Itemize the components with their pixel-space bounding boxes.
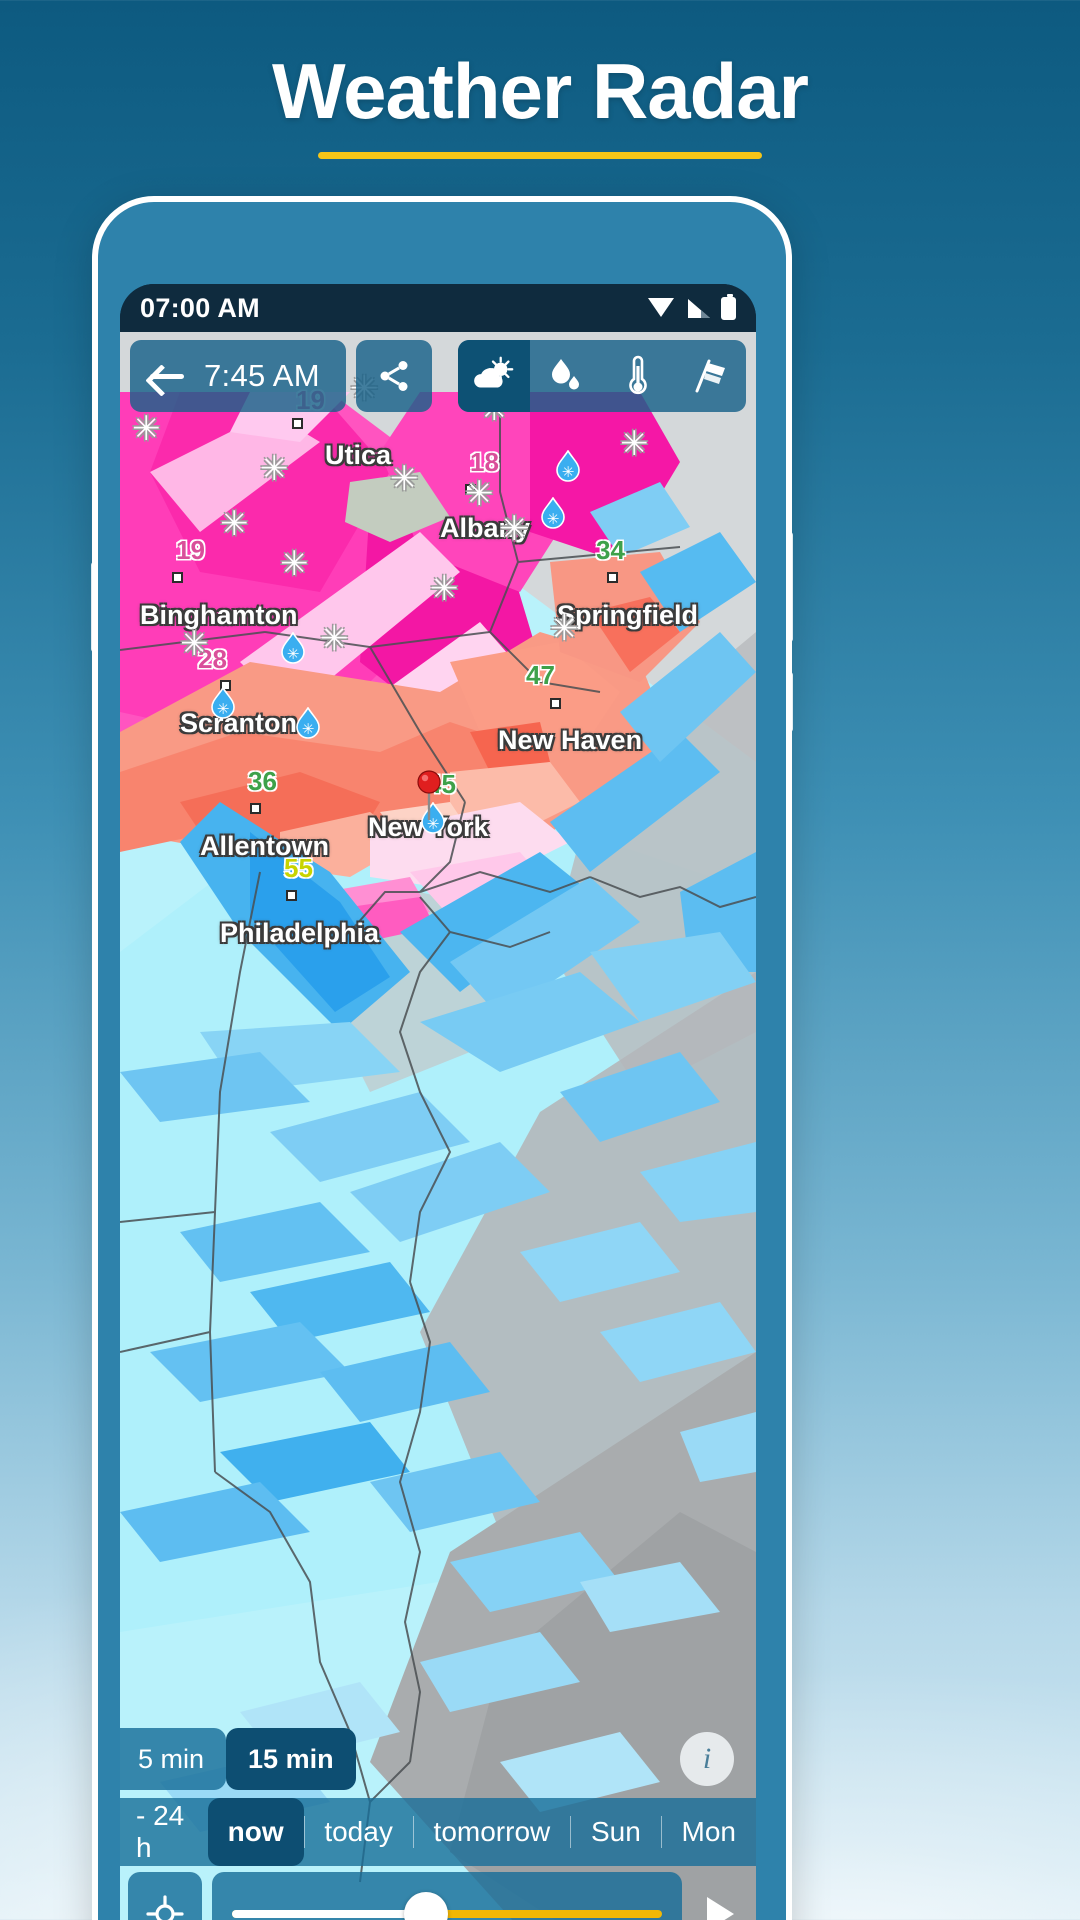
city-label: Binghamton — [140, 600, 298, 630]
forecast-time-label: 7:45 AM — [204, 358, 320, 393]
snow-icon: ✳ — [500, 510, 529, 548]
snow-icon: ✳ — [180, 625, 209, 663]
timeline-slider[interactable] — [212, 1872, 682, 1920]
slider-thumb[interactable] — [403, 1892, 448, 1920]
wind-sock-icon — [695, 359, 725, 393]
snow-icon: ✳ — [550, 610, 579, 648]
svg-text:✳: ✳ — [217, 700, 230, 718]
day-option-tomorrow[interactable]: tomorrow — [414, 1798, 571, 1866]
wifi-icon — [648, 298, 675, 318]
location-pin-icon[interactable] — [414, 770, 444, 820]
city-dot — [550, 698, 561, 709]
city-dot — [250, 803, 261, 814]
status-bar-icons — [648, 293, 736, 320]
svg-text:✳: ✳ — [547, 510, 560, 528]
phone-power-button — [787, 672, 793, 732]
slider-track-fill — [232, 1910, 426, 1918]
rain-icon: ✳ — [540, 496, 566, 531]
snow-icon: ✳ — [320, 620, 349, 658]
forecast-time-pill[interactable]: 7:45 AM — [130, 340, 346, 412]
temperature-badge: 34 — [596, 535, 625, 565]
snow-icon: ✳ — [132, 410, 161, 448]
crosshair-icon — [146, 1895, 184, 1920]
interval-selector: 5 min 15 min — [120, 1728, 356, 1790]
title-underline — [318, 152, 762, 159]
map-toolbar: 7:45 AM — [120, 340, 756, 412]
battery-icon — [721, 293, 736, 320]
raindrop-icon — [552, 359, 579, 390]
city-label: New Haven — [498, 725, 643, 755]
rain-icon: ✳ — [555, 449, 581, 484]
svg-text:✳: ✳ — [562, 463, 575, 481]
phone-side-button — [91, 562, 97, 652]
svg-text:✳: ✳ — [302, 720, 315, 738]
phone-mockup: 07:00 AM Utica 18 Albany 34 Springfield … — [91, 196, 793, 1920]
rain-icon: ✳ — [280, 631, 306, 666]
slider-track[interactable] — [232, 1892, 662, 1920]
cloud-sun-icon — [474, 356, 514, 388]
city-label: Scranton — [180, 708, 298, 738]
day-option-24-h[interactable]: - 24 h — [120, 1798, 208, 1866]
snow-icon: ✳ — [465, 475, 494, 513]
day-option-today[interactable]: today — [304, 1798, 413, 1866]
thermometer-icon — [629, 355, 647, 395]
city-dot — [607, 572, 618, 583]
play-button[interactable] — [692, 1897, 748, 1920]
snow-icon: ✳ — [390, 460, 419, 498]
temperature-badge: 18 — [470, 447, 499, 477]
interval-option-5min[interactable]: 5 min — [120, 1728, 227, 1790]
playback-bar — [120, 1866, 756, 1920]
info-button[interactable]: i — [680, 1732, 734, 1786]
locate-button[interactable] — [128, 1872, 202, 1920]
layer-button-wind[interactable] — [674, 340, 746, 412]
temperature-badge: 47 — [526, 660, 555, 690]
temperature-badge: 55 — [284, 853, 313, 883]
phone-volume-button — [787, 532, 793, 642]
day-option-now[interactable]: now — [207, 1798, 304, 1866]
layer-toggle-group — [458, 340, 746, 412]
interval-option-15min[interactable]: 15 min — [226, 1728, 356, 1790]
city-label: Utica — [325, 440, 392, 470]
temperature-badge: 36 — [248, 766, 277, 796]
city-dot — [292, 418, 303, 429]
snow-icon: ✳ — [220, 505, 249, 543]
city-label: Philadelphia — [220, 918, 380, 948]
layer-button-clouds[interactable] — [458, 340, 530, 412]
layer-button-temperature[interactable] — [602, 340, 674, 412]
share-button[interactable] — [355, 340, 432, 412]
city-dot — [286, 890, 297, 901]
play-icon — [706, 1897, 734, 1920]
snow-icon: ✳ — [430, 570, 459, 608]
svg-text:✳: ✳ — [287, 645, 300, 663]
city-dot — [172, 572, 183, 583]
status-bar: 07:00 AM — [120, 284, 756, 332]
day-option-sun[interactable]: Sun — [571, 1798, 661, 1866]
snow-icon: ✳ — [620, 425, 649, 463]
snow-icon: ✳ — [260, 450, 289, 488]
temperature-badge: 19 — [176, 535, 205, 565]
back-arrow-icon[interactable] — [148, 361, 186, 391]
share-icon — [380, 361, 408, 391]
page-title: Weather Radar — [271, 47, 809, 135]
rain-icon: ✳ — [295, 706, 321, 741]
signal-icon — [686, 298, 710, 318]
phone-screen: 07:00 AM Utica 18 Albany 34 Springfield … — [120, 284, 756, 1920]
day-selector: - 24 h now today tomorrow Sun Mon — [120, 1798, 756, 1866]
snow-icon: ✳ — [280, 545, 309, 583]
day-option-mon[interactable]: Mon — [662, 1798, 756, 1866]
rain-icon: ✳ — [210, 686, 236, 721]
status-bar-time: 07:00 AM — [140, 292, 260, 323]
layer-button-precipitation[interactable] — [530, 340, 602, 412]
